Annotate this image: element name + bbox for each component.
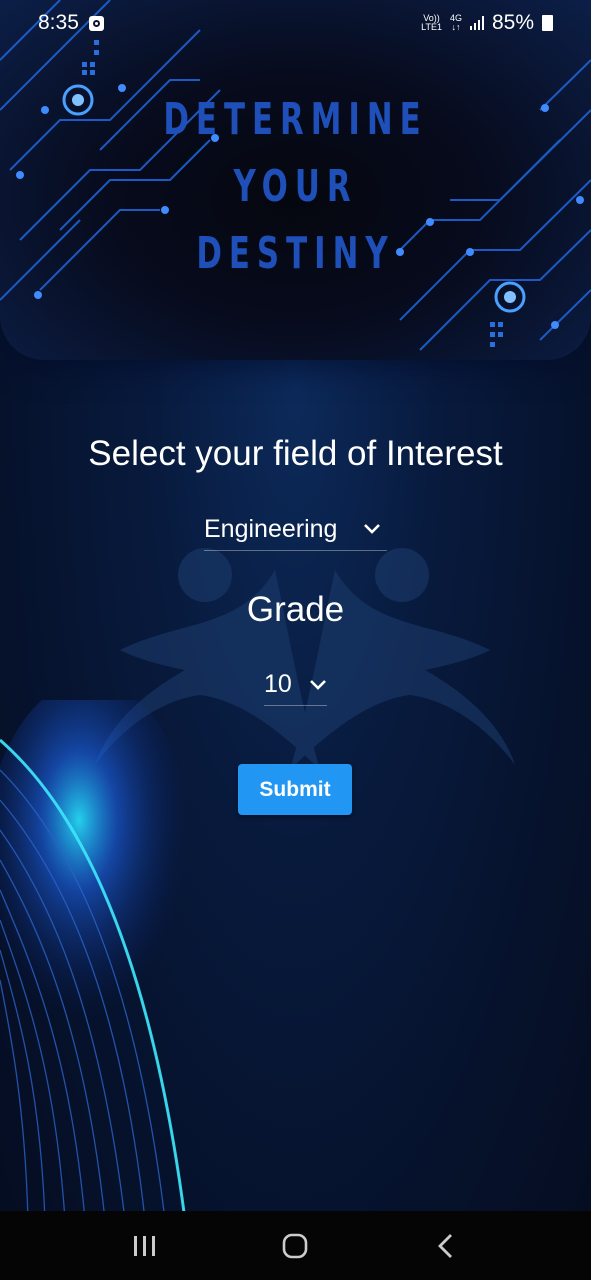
- back-button[interactable]: [416, 1216, 476, 1276]
- volte-indicator: Vo)) LTE1: [421, 13, 442, 32]
- grade-dropdown[interactable]: 10: [264, 664, 327, 706]
- back-icon: [437, 1233, 452, 1258]
- field-heading: Select your field of Interest: [88, 434, 503, 473]
- title-line-3: DESTINY: [196, 228, 395, 279]
- header-banner: DETERMINE YOUR DESTINY: [0, 0, 591, 360]
- title-line-1: DETERMINE: [163, 94, 428, 145]
- field-dropdown-value: Engineering: [204, 514, 338, 543]
- home-icon: [283, 1233, 308, 1258]
- network-type-indicator: 4G ↓↑: [449, 13, 462, 32]
- battery-percent: 85%: [491, 11, 534, 34]
- signal-icon: [469, 16, 484, 30]
- wave-graphic: [0, 700, 200, 1220]
- field-of-interest-dropdown[interactable]: Engineering: [204, 508, 387, 551]
- notification-icon: [88, 15, 104, 31]
- status-time: 8:35: [38, 11, 79, 34]
- app-title: DETERMINE YOUR DESTINY: [89, 86, 503, 287]
- battery-icon: [542, 15, 553, 31]
- system-nav-bar: [0, 1211, 591, 1280]
- recents-icon: [134, 1235, 156, 1256]
- status-bar: 8:35 Vo)) LTE1 4G ↓↑ 85%: [0, 0, 591, 46]
- app-screen: DETERMINE YOUR DESTINY 8:35 Vo)) LTE1 4G…: [0, 0, 591, 1280]
- title-line-2: YOUR: [233, 161, 358, 212]
- chevron-down-icon: [310, 679, 326, 690]
- grade-dropdown-value: 10: [264, 670, 292, 698]
- recents-button[interactable]: [115, 1216, 175, 1276]
- submit-button[interactable]: Submit: [238, 764, 352, 815]
- home-button[interactable]: [265, 1216, 325, 1276]
- chevron-down-icon: [364, 524, 380, 534]
- grade-heading: Grade: [246, 590, 345, 629]
